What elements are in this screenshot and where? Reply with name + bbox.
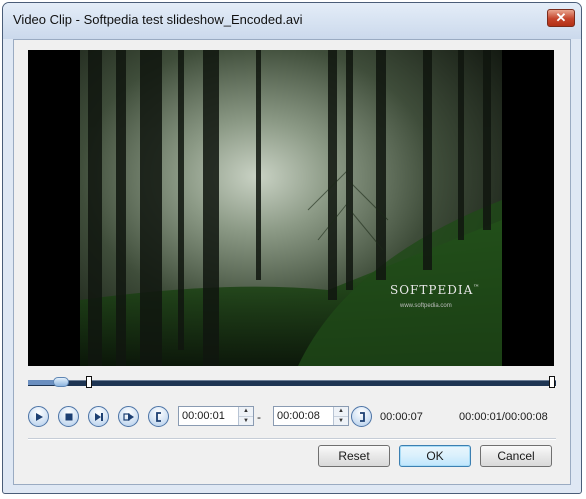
seek-thumb[interactable] xyxy=(52,377,69,387)
start-time-stepper[interactable]: ▲ ▼ xyxy=(238,407,253,425)
next-frame-button[interactable] xyxy=(88,406,109,427)
close-icon: ✕ xyxy=(555,10,567,25)
reset-button[interactable]: Reset xyxy=(318,445,390,467)
chevron-up-icon[interactable]: ▲ xyxy=(239,407,253,416)
stop-icon xyxy=(65,413,72,420)
skip-forward-icon xyxy=(94,412,103,421)
footer-divider xyxy=(28,438,556,440)
trim-end-marker[interactable] xyxy=(549,376,555,388)
start-time-field[interactable]: 00:00:01 ▲ ▼ xyxy=(178,406,254,426)
stop-button[interactable] xyxy=(58,406,79,427)
set-start-button[interactable] xyxy=(148,406,169,427)
position-readout: 00:00:01/00:00:08 xyxy=(459,411,548,423)
title-bar[interactable]: Video Clip - Softpedia test slideshow_En… xyxy=(3,3,581,39)
start-time-value: 00:00:01 xyxy=(182,410,225,422)
seek-track xyxy=(28,380,556,386)
playback-controls: 00:00:01 ▲ ▼ - 00:00:08 ▲ ▼ 00:00:07 00:… xyxy=(14,402,572,432)
forward-frame-icon xyxy=(122,412,134,421)
video-frame-image xyxy=(28,50,554,366)
video-clip-dialog: Video Clip - Softpedia test slideshow_En… xyxy=(2,2,582,494)
set-end-button[interactable] xyxy=(351,406,372,427)
cancel-button[interactable]: Cancel xyxy=(480,445,552,467)
dialog-client-area: SOFTPEDIA™ www.softpedia.com 00:00:01 ▲ … xyxy=(13,39,571,485)
chevron-up-icon[interactable]: ▲ xyxy=(334,407,348,416)
range-dash: - xyxy=(257,410,261,424)
ok-button[interactable]: OK xyxy=(399,445,471,467)
watermark-url: www.softpedia.com xyxy=(400,303,452,309)
video-preview: SOFTPEDIA™ www.softpedia.com xyxy=(28,50,554,366)
watermark-logo: SOFTPEDIA™ xyxy=(390,283,481,297)
close-button[interactable]: ✕ xyxy=(547,9,575,27)
bracket-left-icon xyxy=(155,411,161,422)
seek-bar[interactable] xyxy=(28,376,556,389)
bracket-right-icon xyxy=(359,411,365,422)
end-time-field[interactable]: 00:00:08 ▲ ▼ xyxy=(273,406,349,426)
chevron-down-icon[interactable]: ▼ xyxy=(239,416,253,426)
end-time-value: 00:00:08 xyxy=(277,410,320,422)
play-icon xyxy=(35,412,43,421)
window-title: Video Clip - Softpedia test slideshow_En… xyxy=(13,12,303,27)
export-button[interactable] xyxy=(118,406,139,427)
clip-duration: 00:00:07 xyxy=(380,411,423,423)
trim-start-marker[interactable] xyxy=(86,376,93,388)
chevron-down-icon[interactable]: ▼ xyxy=(334,416,348,426)
play-button[interactable] xyxy=(28,406,49,427)
end-time-stepper[interactable]: ▲ ▼ xyxy=(333,407,348,425)
